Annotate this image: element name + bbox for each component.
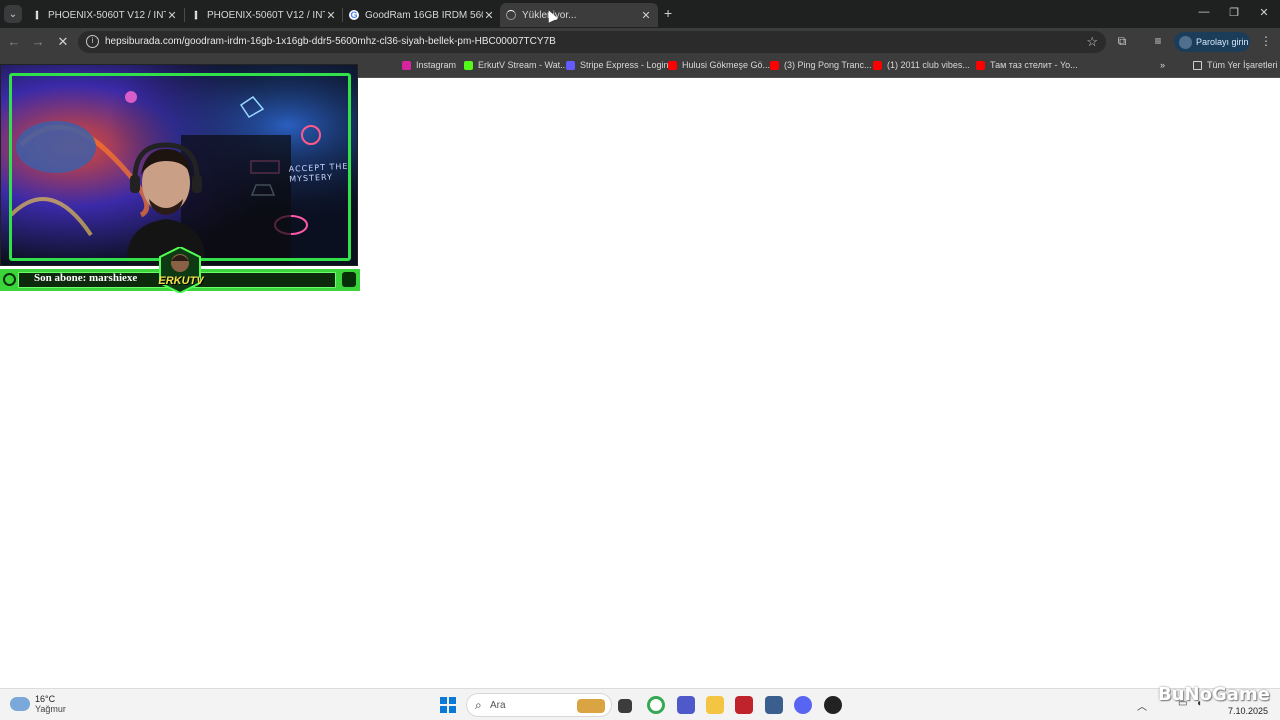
windows-taskbar: 16°C Yağmur ⌕ Ara ︿ ▭ ◖ 7.10.2025 <box>0 688 1280 720</box>
tray-overflow-icon[interactable]: ︿ <box>1137 698 1147 713</box>
address-url[interactable]: hepsiburada.com/goodram-irdm-16gb-1x16gb… <box>105 36 556 47</box>
tab-title: Yükleniyor... <box>522 9 577 21</box>
loading-spinner-icon <box>506 10 516 20</box>
bookmark-item[interactable]: Stripe Express - Login <box>566 60 669 70</box>
windows-start-icon[interactable] <box>440 697 456 713</box>
stripe-icon <box>566 60 575 70</box>
watermark-logo: BuNoGame <box>1158 684 1270 705</box>
bookmark-label: Hulusi Gökmeşe Gö... <box>682 60 771 70</box>
weather-widget[interactable]: 16°C Yağmur <box>10 694 66 714</box>
weather-description: Yağmur <box>35 704 66 714</box>
all-bookmarks-label: Tüm Yer İşaretleri <box>1207 60 1278 70</box>
obs-icon[interactable] <box>824 696 842 714</box>
discord-icon[interactable] <box>794 696 812 714</box>
tray-date: 7.10.2025 <box>1227 706 1268 716</box>
tab-3[interactable]: G GoodRam 16GB IRDM 5600MHz... ✕ <box>343 4 501 26</box>
folder-icon <box>1193 60 1202 70</box>
task-view-icon[interactable] <box>618 699 632 713</box>
google-icon: G <box>349 10 359 20</box>
bookmark-item[interactable]: (1) 2011 club vibes... <box>873 60 970 70</box>
new-tab-button[interactable]: + <box>664 5 672 21</box>
bookmark-label: Там таз стелит - Yo... <box>990 60 1078 70</box>
close-icon[interactable]: ✕ <box>640 9 652 22</box>
password-button-label: Parolayı girin <box>1196 37 1249 47</box>
all-bookmarks-button[interactable]: Tüm Yer İşaretleri <box>1193 60 1278 70</box>
badge-label: ERKUTV <box>158 275 204 287</box>
tab-search-button[interactable]: ⌄ <box>4 5 22 23</box>
close-icon[interactable]: ✕ <box>325 9 337 22</box>
close-window-icon[interactable]: ✕ <box>1256 6 1272 19</box>
restore-icon[interactable]: ❐ <box>1226 6 1242 19</box>
youtube-icon <box>668 60 677 70</box>
close-icon[interactable]: ✕ <box>166 9 178 22</box>
tab-strip: ⌄ ⫿ PHOENIX-5060T V12 / INTEL C... ✕ ⫿ P… <box>0 0 1280 28</box>
webcam-frame <box>9 73 351 261</box>
bookmark-star-icon[interactable]: ☆ <box>1086 34 1098 50</box>
media-controls-icon[interactable]: ≡ <box>1150 34 1166 48</box>
address-bar[interactable]: i hepsiburada.com/goodram-irdm-16gb-1x16… <box>78 31 1106 53</box>
webcam-overlay: ACCEPT THE MYSTERY <box>0 64 358 266</box>
youtube-icon <box>976 60 985 70</box>
profile-avatar-icon <box>1179 35 1192 49</box>
voicemeeter-icon[interactable] <box>735 696 753 714</box>
search-highlight-icon <box>577 699 605 713</box>
minimize-icon[interactable]: — <box>1196 6 1212 18</box>
back-arrow-icon[interactable]: ← <box>6 34 22 49</box>
bookmark-label: (1) 2011 club vibes... <box>887 60 970 70</box>
tab-title: PHOENIX-5060T V12 / INTEL C... <box>48 9 166 21</box>
kick-icon <box>464 60 473 70</box>
bookmarks-overflow-button[interactable]: » <box>1160 60 1165 70</box>
streamer-badge: ERKUTV <box>156 247 204 293</box>
bag-icon <box>342 272 356 287</box>
instagram-icon <box>402 60 411 70</box>
bookmark-item[interactable]: Hulusi Gökmeşe Gö... <box>668 60 770 70</box>
menu-dots-icon[interactable]: ⋮ <box>1258 34 1274 48</box>
tab-title: PHOENIX-5060T V12 / INTEL C... <box>207 9 325 21</box>
tab-2[interactable]: ⫿ PHOENIX-5060T V12 / INTEL C... ✕ <box>185 4 343 26</box>
password-button[interactable]: Parolayı girin <box>1174 32 1250 52</box>
bookmark-item[interactable]: ErkutV Stream - Wat... <box>464 60 568 70</box>
hb-favicon-icon: ⫿ <box>35 9 39 20</box>
youtube-icon <box>873 60 882 70</box>
tab-title: GoodRam 16GB IRDM 5600MHz... <box>365 9 483 21</box>
bookmark-item[interactable]: Там таз стелит - Yo... <box>976 60 1078 70</box>
teams-icon[interactable] <box>677 696 695 714</box>
rain-cloud-icon <box>10 697 30 711</box>
tab-1[interactable]: ⫿ PHOENIX-5060T V12 / INTEL C... ✕ <box>26 4 184 26</box>
file-explorer-icon[interactable] <box>706 696 724 714</box>
site-info-icon[interactable]: i <box>86 35 99 48</box>
tab-4-active[interactable]: Yükleniyor... ✕ <box>500 3 658 27</box>
bookmark-label: Stripe Express - Login <box>580 60 669 70</box>
bookmark-label: Instagram <box>416 60 457 70</box>
search-icon: ⌕ <box>475 698 482 712</box>
bookmark-item[interactable]: (3) Ping Pong Tranc... <box>770 60 872 70</box>
close-icon[interactable]: ✕ <box>483 9 495 22</box>
car-app-icon[interactable] <box>765 696 783 714</box>
youtube-icon <box>770 60 779 70</box>
hb-favicon-icon: ⫿ <box>194 9 198 20</box>
latest-subscriber-text: Son abone: marshiexe <box>34 272 138 284</box>
taskbar-search[interactable]: ⌕ Ara <box>466 693 612 717</box>
bookmark-label: (3) Ping Pong Tranc... <box>784 60 872 70</box>
bookmark-label: ErkutV Stream - Wat... <box>478 60 568 70</box>
bookmark-item[interactable]: Instagram <box>402 60 456 70</box>
subscriber-icon <box>3 273 16 286</box>
weather-temperature: 16°C <box>35 694 56 704</box>
search-placeholder: Ara <box>490 700 506 711</box>
stop-loading-icon[interactable]: ✕ <box>55 34 71 50</box>
forward-arrow-icon[interactable]: → <box>30 34 46 49</box>
extensions-icon[interactable]: ⧉ <box>1114 34 1130 49</box>
chrome-icon[interactable] <box>647 696 665 714</box>
browser-toolbar: ← → ✕ i hepsiburada.com/goodram-irdm-16g… <box>0 28 1280 56</box>
